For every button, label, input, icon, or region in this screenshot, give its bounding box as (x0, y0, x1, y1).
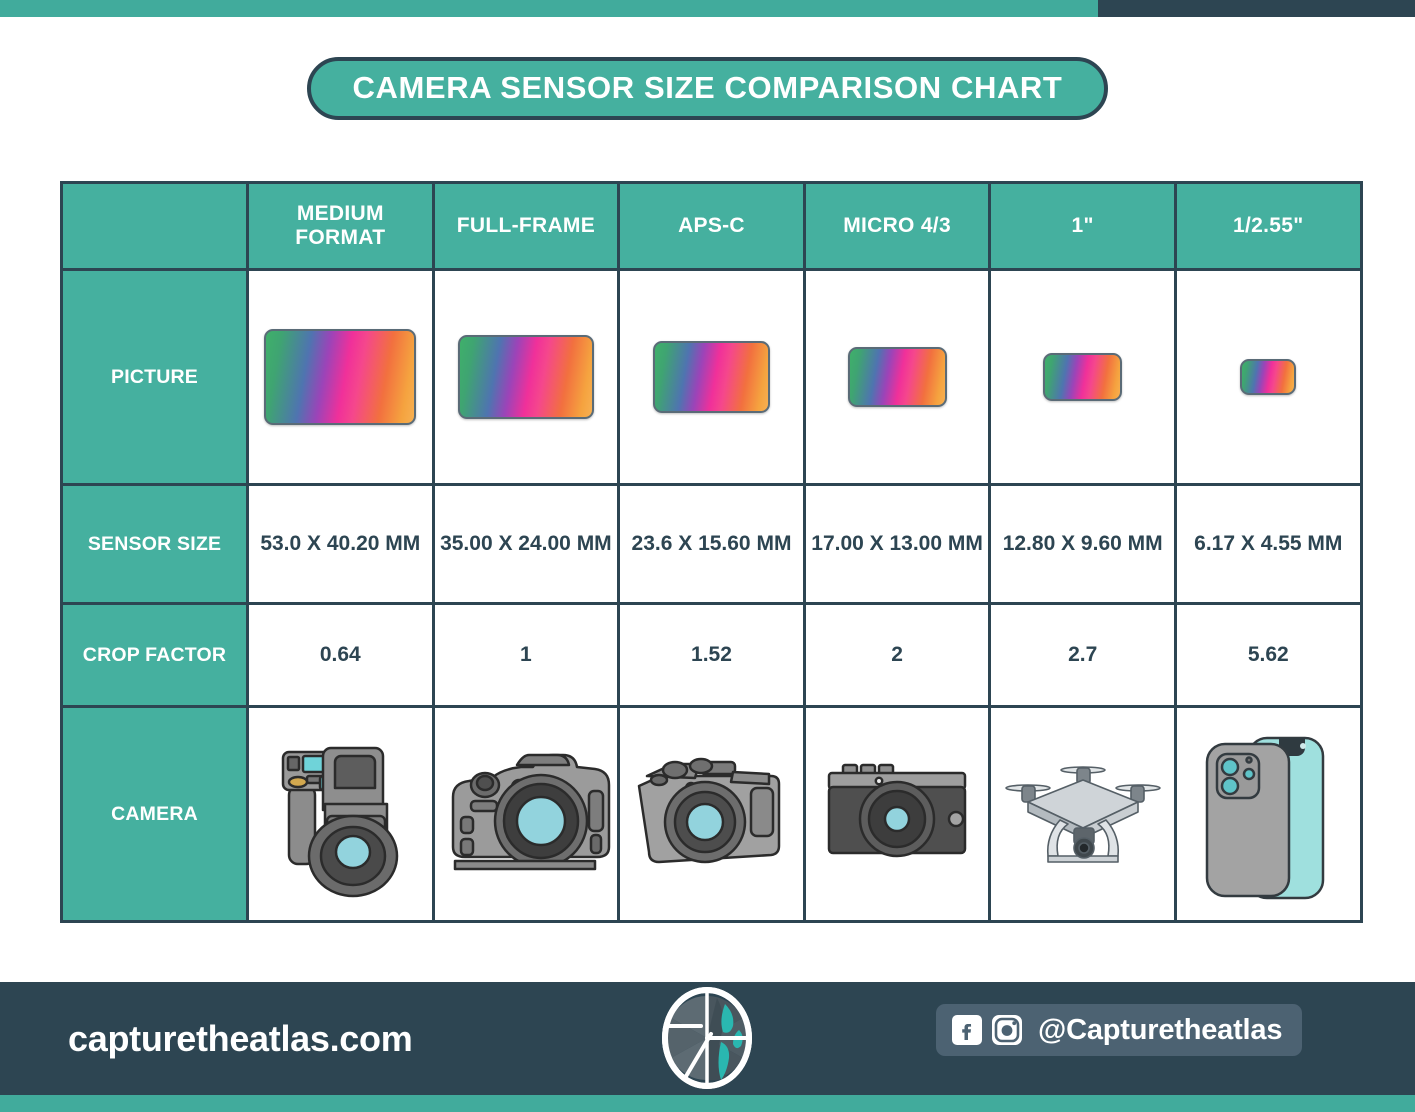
social-badge[interactable]: @Capturetheatlas (936, 1004, 1303, 1056)
column-header-1-2-55-inch: 1/2.55" (1173, 181, 1363, 271)
social-handle[interactable]: @Capturetheatlas (1038, 1014, 1282, 1047)
sensor-swatch-1-2-55-inch (1240, 359, 1297, 395)
sensor-swatch-aps-c (652, 341, 770, 413)
crop-factor-aps-c: 1.52 (617, 602, 806, 708)
mirrorless-camera-icon (637, 757, 781, 864)
crop-factor-1-inch: 2.7 (988, 602, 1177, 708)
sensor-size-1-2-55-inch: 6.17 X 4.55 MM (1173, 483, 1363, 605)
footer-bar: capturetheatlas.com @Capturetheatlas (0, 982, 1415, 1095)
picture-cell-medium-format (246, 268, 435, 486)
capture-the-atlas-globe-aperture-logo (662, 987, 752, 1089)
compact-camera-icon (827, 763, 967, 858)
picture-cell-micro-43 (802, 268, 992, 486)
row-label-crop-factor: CROP FACTOR (60, 602, 249, 708)
crop-factor-1-2-55-inch: 5.62 (1173, 602, 1363, 708)
title-container: CAMERA SENSOR SIZE COMPARISON CHART (0, 57, 1415, 120)
column-header-medium-format: MEDIUM FORMAT (246, 181, 435, 271)
picture-cell-1-inch (988, 268, 1177, 486)
sensor-size-medium-format: 53.0 X 40.20 MM (246, 483, 435, 605)
table-row-picture: PICTURE (60, 268, 1363, 486)
picture-cell-full-frame (431, 268, 621, 486)
table-corner-cell (60, 181, 249, 271)
crop-factor-full-frame: 1 (431, 602, 621, 708)
column-header-micro-43: MICRO 4/3 (802, 181, 992, 271)
sensor-size-1-inch: 12.80 X 9.60 MM (988, 483, 1177, 605)
column-header-aps-c: APS-C (617, 181, 806, 271)
sensor-swatch-medium-format (264, 329, 417, 425)
top-bar-dark-segment (1098, 0, 1415, 17)
sensor-swatch-full-frame (457, 335, 594, 419)
row-label-sensor-size: SENSOR SIZE (60, 483, 249, 605)
footer-bottom-accent-strip (0, 1095, 1415, 1112)
crop-factor-micro-43: 2 (802, 602, 992, 708)
title-pill: CAMERA SENSOR SIZE COMPARISON CHART (306, 57, 1109, 120)
camera-cell-1-inch (988, 705, 1177, 923)
table-header-row: MEDIUM FORMAT FULL-FRAME APS-C MICRO 4/3… (60, 181, 1363, 271)
sensor-swatch-1-inch (1043, 353, 1123, 401)
table-row-camera: CAMERA (60, 705, 1363, 923)
instagram-icon[interactable] (992, 1015, 1022, 1045)
facebook-icon[interactable] (952, 1015, 982, 1045)
picture-cell-1-2-55-inch (1173, 268, 1363, 486)
medium-format-camera-icon (282, 746, 399, 898)
crop-factor-medium-format: 0.64 (246, 602, 435, 708)
column-header-full-frame: FULL-FRAME (431, 181, 621, 271)
drone-icon (1004, 766, 1161, 863)
top-bar-green-segment (0, 0, 1098, 17)
column-header-1-inch: 1" (988, 181, 1177, 271)
picture-cell-aps-c (617, 268, 806, 486)
table-row-crop-factor: CROP FACTOR 0.64 1 1.52 2 2.7 5.62 (60, 602, 1363, 708)
footer-website-link[interactable]: capturetheatlas.com (68, 1018, 413, 1060)
smartphone-icon (1206, 736, 1325, 899)
table-row-sensor-size: SENSOR SIZE 53.0 X 40.20 MM 35.00 X 24.0… (60, 483, 1363, 605)
sensor-swatch-micro-43 (847, 347, 947, 407)
camera-cell-1-2-55-inch (1173, 705, 1363, 923)
top-accent-bar (0, 0, 1415, 17)
sensor-size-micro-43: 17.00 X 13.00 MM (802, 483, 992, 605)
camera-cell-medium-format (246, 705, 435, 923)
sensor-comparison-table: MEDIUM FORMAT FULL-FRAME APS-C MICRO 4/3… (60, 181, 1363, 923)
sensor-size-aps-c: 23.6 X 15.60 MM (617, 483, 806, 605)
camera-cell-micro-43 (802, 705, 992, 923)
camera-cell-full-frame (431, 705, 621, 923)
row-label-picture: PICTURE (60, 268, 249, 486)
dslr-camera-icon (451, 753, 611, 871)
camera-cell-aps-c (617, 705, 806, 923)
footer-logo (655, 986, 759, 1095)
page-title: CAMERA SENSOR SIZE COMPARISON CHART (352, 70, 1063, 105)
row-label-camera: CAMERA (60, 705, 249, 923)
sensor-size-full-frame: 35.00 X 24.00 MM (431, 483, 621, 605)
